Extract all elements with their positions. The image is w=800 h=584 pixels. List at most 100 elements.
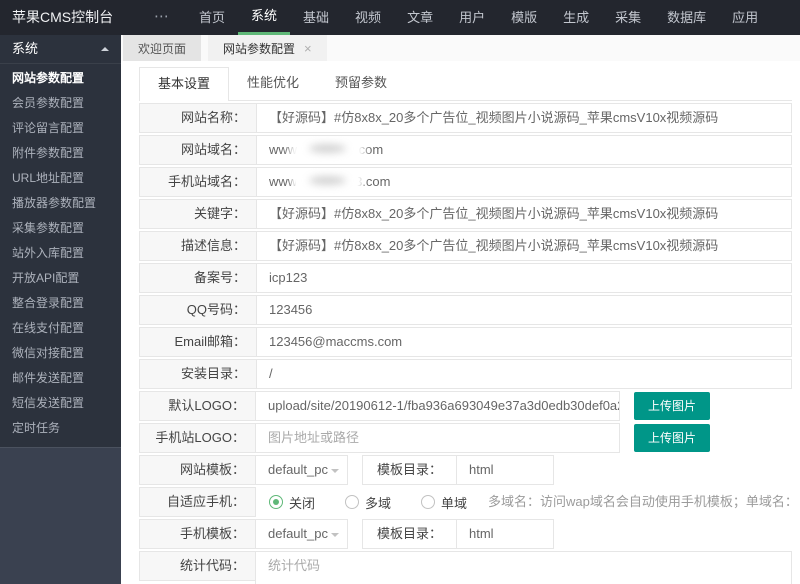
field-input[interactable]: www. 3.com — [257, 168, 791, 196]
sidebar-item-5[interactable]: 播放器参数配置 — [0, 191, 121, 216]
top-nav-item-4[interactable]: 文章 — [394, 0, 446, 35]
top-nav-item-10[interactable]: 应用 — [719, 0, 771, 35]
field-input[interactable]: 【好源码】#仿8x8x_20多个广告位_视频图片小说源码_苹果cmsV10x视频… — [257, 232, 791, 260]
field-label: 关键字： — [140, 200, 257, 228]
sidebar-filler — [0, 447, 121, 584]
top-nav-item-0[interactable]: 首页 — [186, 0, 238, 35]
blur-smudge — [296, 136, 360, 164]
more-menu-icon[interactable]: ⋯ — [138, 0, 186, 35]
top-nav-item-2[interactable]: 基础 — [290, 0, 342, 35]
field-input[interactable]: 【好源码】#仿8x8x_20多个广告位_视频图片小说源码_苹果cmsV10x视频… — [257, 104, 791, 132]
field-input[interactable]: upload/site/20190612-1/fba936a693049e37a… — [255, 391, 620, 421]
upload-button[interactable]: 上传图片 — [634, 392, 711, 420]
form-row: 网站域名： www. .com — [139, 135, 792, 165]
field-hint: 多域名：访问wap域名会自动使用手机模板；单域名：手机访问会自动使用手机模板； — [488, 494, 792, 509]
chevron-down-icon — [331, 469, 339, 477]
select-value: default_pc — [268, 462, 328, 477]
field-label: 手机站LOGO： — [139, 423, 256, 453]
top-nav-item-1[interactable]: 系统 — [238, 0, 291, 35]
sidebar-section-system[interactable]: 系统 — [0, 35, 121, 64]
upload-button[interactable]: 上传图片 — [634, 424, 711, 452]
sidebar-item-7[interactable]: 站外入库配置 — [0, 241, 121, 266]
template-select[interactable]: default_pc — [255, 455, 348, 485]
sidebar-item-13[interactable]: 短信发送配置 — [0, 391, 121, 416]
domain-suffix: 3.com — [355, 174, 391, 189]
top-nav-item-8[interactable]: 采集 — [602, 0, 654, 35]
settings-tab-2[interactable]: 预留参数 — [317, 67, 405, 100]
form-row: 备案号： icp123 — [139, 263, 792, 293]
form-row: 网站模板： default_pc 模板目录： html — [139, 455, 792, 485]
radio-icon — [269, 495, 283, 509]
radio-icon — [345, 495, 360, 509]
sidebar-item-4[interactable]: URL地址配置 — [0, 166, 121, 191]
top-nav-item-7[interactable]: 生成 — [550, 0, 602, 35]
form-row: QQ号码： 123456 — [139, 295, 792, 325]
radio-icon — [421, 495, 436, 509]
page-tab-label: 欢迎页面 — [138, 41, 187, 56]
form-row: 安装目录： / — [139, 359, 792, 389]
field-label: 自适应手机： — [139, 487, 256, 517]
field-input[interactable]: www. .com — [257, 136, 791, 164]
dir-input[interactable]: html — [457, 455, 555, 485]
dir-label: 模板目录： — [362, 519, 458, 549]
settings-tabs: 基本设置 性能优化 预留参数 — [139, 67, 792, 101]
sidebar-item-11[interactable]: 微信对接配置 — [0, 341, 121, 366]
field-label: 网站模板： — [139, 455, 256, 485]
top-nav-item-3[interactable]: 视频 — [342, 0, 394, 35]
form-row: 描述信息： 【好源码】#仿8x8x_20多个广告位_视频图片小说源码_苹果cmsV… — [139, 231, 792, 261]
field-input[interactable]: 【好源码】#仿8x8x_20多个广告位_视频图片小说源码_苹果cmsV10x视频… — [257, 200, 791, 228]
sidebar: 系统 网站参数配置 会员参数配置 评论留言配置 附件参数配置 URL地址配置 播放器参数配… — [0, 35, 121, 584]
top-nav-item-6[interactable]: 模版 — [498, 0, 550, 35]
settings-form: 网站名称： 【好源码】#仿8x8x_20多个广告位_视频图片小说源码_苹果cmsV… — [139, 103, 792, 584]
sidebar-item-3[interactable]: 附件参数配置 — [0, 141, 121, 166]
radio-label: 关闭 — [289, 495, 316, 511]
sidebar-item-8[interactable]: 开放API配置 — [0, 266, 121, 291]
sidebar-item-12[interactable]: 邮件发送配置 — [0, 366, 121, 391]
sidebar-item-6[interactable]: 采集参数配置 — [0, 216, 121, 241]
sidebar-item-2[interactable]: 评论留言配置 — [0, 116, 121, 141]
radio-option-1[interactable]: 多域 — [345, 493, 391, 512]
dir-label: 模板目录： — [362, 455, 458, 485]
field-label: 网站域名： — [140, 136, 257, 164]
chevron-down-icon — [331, 533, 339, 541]
form-row: Email邮箱： 123456@maccms.com — [139, 327, 792, 357]
dir-input[interactable]: html — [457, 519, 555, 549]
field-label: 统计代码： — [139, 551, 256, 581]
collapse-arrow-icon — [101, 43, 109, 51]
top-nav-item-5[interactable]: 用户 — [446, 0, 498, 35]
form-row: 手机站LOGO： 图片地址或路径 上传图片 — [139, 423, 792, 453]
sidebar-item-9[interactable]: 整合登录配置 — [0, 291, 121, 316]
field-input[interactable]: 123456 — [257, 296, 791, 324]
form-row: 网站名称： 【好源码】#仿8x8x_20多个广告位_视频图片小说源码_苹果cmsV… — [139, 103, 792, 133]
field-input[interactable]: 图片地址或路径 — [255, 423, 620, 453]
radio-label: 单域 — [441, 495, 468, 511]
sidebar-item-10[interactable]: 在线支付配置 — [0, 316, 121, 341]
field-input[interactable]: 123456@maccms.com — [257, 328, 791, 356]
template-select[interactable]: default_pc — [255, 519, 348, 549]
field-textarea[interactable]: 统计代码 — [255, 551, 792, 584]
settings-tab-1[interactable]: 性能优化 — [229, 67, 317, 100]
page-tab-strip: 欢迎页面 网站参数配置 × — [121, 35, 800, 61]
form-row: 手机站域名： www. 3.com — [139, 167, 792, 197]
field-label: 默认LOGO： — [139, 391, 256, 421]
top-nav-item-9[interactable]: 数据库 — [654, 0, 719, 35]
domain-suffix: .com — [355, 142, 384, 157]
radio-option-2[interactable]: 单域 — [421, 493, 467, 512]
sidebar-item-0[interactable]: 网站参数配置 — [0, 66, 121, 91]
field-label: 手机站域名： — [140, 168, 257, 196]
close-icon[interactable]: × — [304, 42, 312, 55]
page-tab-0[interactable]: 欢迎页面 — [123, 35, 202, 61]
radio-option-0[interactable]: 关闭 — [269, 493, 315, 512]
sidebar-item-1[interactable]: 会员参数配置 — [0, 91, 121, 116]
form-row: 自适应手机： 关闭 多域 单域 多域名：访问wap域名会自动使用手机模板；单域名：手机访… — [139, 487, 792, 517]
sidebar-menu: 网站参数配置 会员参数配置 评论留言配置 附件参数配置 URL地址配置 播放器参数配置 采集… — [0, 64, 121, 441]
app-title: 苹果CMS控制台 — [12, 9, 114, 25]
field-input[interactable]: icp123 — [257, 264, 791, 292]
page-tab-1[interactable]: 网站参数配置 × — [208, 35, 327, 61]
sidebar-item-14[interactable]: 定时任务 — [0, 416, 121, 441]
field-label: 手机模板： — [139, 519, 256, 549]
field-label: 网站名称： — [140, 104, 257, 132]
form-row: 统计代码： 统计代码 — [139, 551, 792, 584]
field-input[interactable]: / — [257, 360, 791, 388]
settings-tab-0[interactable]: 基本设置 — [139, 67, 230, 101]
